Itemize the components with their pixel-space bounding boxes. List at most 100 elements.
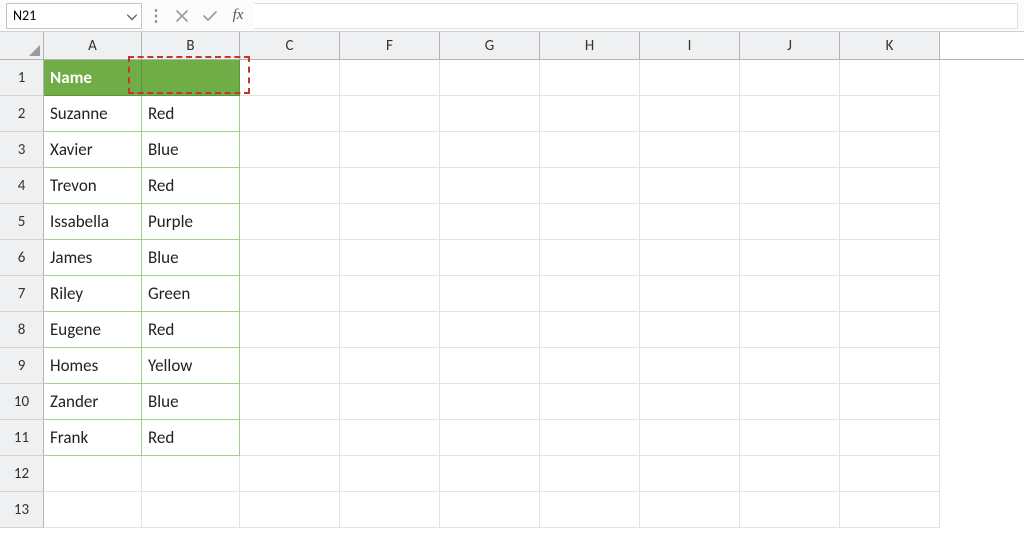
cell-G2[interactable]	[440, 96, 540, 132]
column-header-G[interactable]: G	[440, 32, 540, 59]
cell-K10[interactable]	[840, 384, 940, 420]
cell-A2[interactable]: Suzanne	[44, 96, 142, 132]
cell-B10[interactable]: Blue	[142, 384, 240, 420]
formula-input[interactable]	[254, 3, 1018, 29]
cell-J4[interactable]	[740, 168, 840, 204]
name-box[interactable]: N21	[6, 3, 142, 29]
cell-F12[interactable]	[340, 456, 440, 492]
cell-F2[interactable]	[340, 96, 440, 132]
cell-G6[interactable]	[440, 240, 540, 276]
row-header-3[interactable]: 3	[0, 132, 44, 168]
cell-I7[interactable]	[640, 276, 740, 312]
insert-function-button[interactable]: fx	[226, 4, 250, 28]
cell-F13[interactable]	[340, 492, 440, 528]
cell-B7[interactable]: Green	[142, 276, 240, 312]
cell-J5[interactable]	[740, 204, 840, 240]
cell-G13[interactable]	[440, 492, 540, 528]
cell-A1[interactable]: Name	[44, 60, 142, 96]
cell-G3[interactable]	[440, 132, 540, 168]
cell-I5[interactable]	[640, 204, 740, 240]
cell-B9[interactable]: Yellow	[142, 348, 240, 384]
cell-F3[interactable]	[340, 132, 440, 168]
cell-K12[interactable]	[840, 456, 940, 492]
cell-C9[interactable]	[240, 348, 340, 384]
cell-G1[interactable]	[440, 60, 540, 96]
cell-K13[interactable]	[840, 492, 940, 528]
cell-A10[interactable]: Zander	[44, 384, 142, 420]
cell-H3[interactable]	[540, 132, 640, 168]
column-header-F[interactable]: F	[340, 32, 440, 59]
cell-G11[interactable]	[440, 420, 540, 456]
cell-G10[interactable]	[440, 384, 540, 420]
cell-K4[interactable]	[840, 168, 940, 204]
cell-H11[interactable]	[540, 420, 640, 456]
cell-I6[interactable]	[640, 240, 740, 276]
cell-J12[interactable]	[740, 456, 840, 492]
cell-I8[interactable]	[640, 312, 740, 348]
cell-H1[interactable]	[540, 60, 640, 96]
cell-G8[interactable]	[440, 312, 540, 348]
cell-F9[interactable]	[340, 348, 440, 384]
cell-B6[interactable]: Blue	[142, 240, 240, 276]
cell-C3[interactable]	[240, 132, 340, 168]
cell-I11[interactable]	[640, 420, 740, 456]
cell-A9[interactable]: Homes	[44, 348, 142, 384]
column-header-K[interactable]: K	[840, 32, 940, 59]
cell-K5[interactable]	[840, 204, 940, 240]
cell-B1[interactable]	[142, 60, 240, 96]
cell-I2[interactable]	[640, 96, 740, 132]
cell-J9[interactable]	[740, 348, 840, 384]
cell-I3[interactable]	[640, 132, 740, 168]
cell-J7[interactable]	[740, 276, 840, 312]
cell-B4[interactable]: Red	[142, 168, 240, 204]
cell-F8[interactable]	[340, 312, 440, 348]
enter-button[interactable]	[198, 4, 222, 28]
column-header-C[interactable]: C	[240, 32, 340, 59]
cell-I10[interactable]	[640, 384, 740, 420]
cell-G4[interactable]	[440, 168, 540, 204]
cell-F1[interactable]	[340, 60, 440, 96]
row-header-5[interactable]: 5	[0, 204, 44, 240]
row-header-12[interactable]: 12	[0, 456, 44, 492]
cell-H13[interactable]	[540, 492, 640, 528]
column-header-I[interactable]: I	[640, 32, 740, 59]
cell-J8[interactable]	[740, 312, 840, 348]
column-header-B[interactable]: B	[142, 32, 240, 59]
cell-H12[interactable]	[540, 456, 640, 492]
cell-H4[interactable]	[540, 168, 640, 204]
row-header-9[interactable]: 9	[0, 348, 44, 384]
row-header-10[interactable]: 10	[0, 384, 44, 420]
cell-I1[interactable]	[640, 60, 740, 96]
row-header-8[interactable]: 8	[0, 312, 44, 348]
cell-G7[interactable]	[440, 276, 540, 312]
cell-H8[interactable]	[540, 312, 640, 348]
cell-B13[interactable]	[142, 492, 240, 528]
cell-F11[interactable]	[340, 420, 440, 456]
cell-J11[interactable]	[740, 420, 840, 456]
cell-F7[interactable]	[340, 276, 440, 312]
cell-C5[interactable]	[240, 204, 340, 240]
cell-K9[interactable]	[840, 348, 940, 384]
cell-C12[interactable]	[240, 456, 340, 492]
cell-A13[interactable]	[44, 492, 142, 528]
row-header-11[interactable]: 11	[0, 420, 44, 456]
cell-F4[interactable]	[340, 168, 440, 204]
cell-G5[interactable]	[440, 204, 540, 240]
cell-C7[interactable]	[240, 276, 340, 312]
cell-B8[interactable]: Red	[142, 312, 240, 348]
cancel-button[interactable]	[170, 4, 194, 28]
cell-I12[interactable]	[640, 456, 740, 492]
cell-C13[interactable]	[240, 492, 340, 528]
column-header-J[interactable]: J	[740, 32, 840, 59]
chevron-down-icon[interactable]	[127, 7, 137, 24]
cell-B12[interactable]	[142, 456, 240, 492]
cell-F6[interactable]	[340, 240, 440, 276]
cell-C4[interactable]	[240, 168, 340, 204]
cell-B11[interactable]: Red	[142, 420, 240, 456]
cell-A7[interactable]: Riley	[44, 276, 142, 312]
cell-F5[interactable]	[340, 204, 440, 240]
cell-I9[interactable]	[640, 348, 740, 384]
row-header-13[interactable]: 13	[0, 492, 44, 528]
cell-K8[interactable]	[840, 312, 940, 348]
cell-A6[interactable]: James	[44, 240, 142, 276]
